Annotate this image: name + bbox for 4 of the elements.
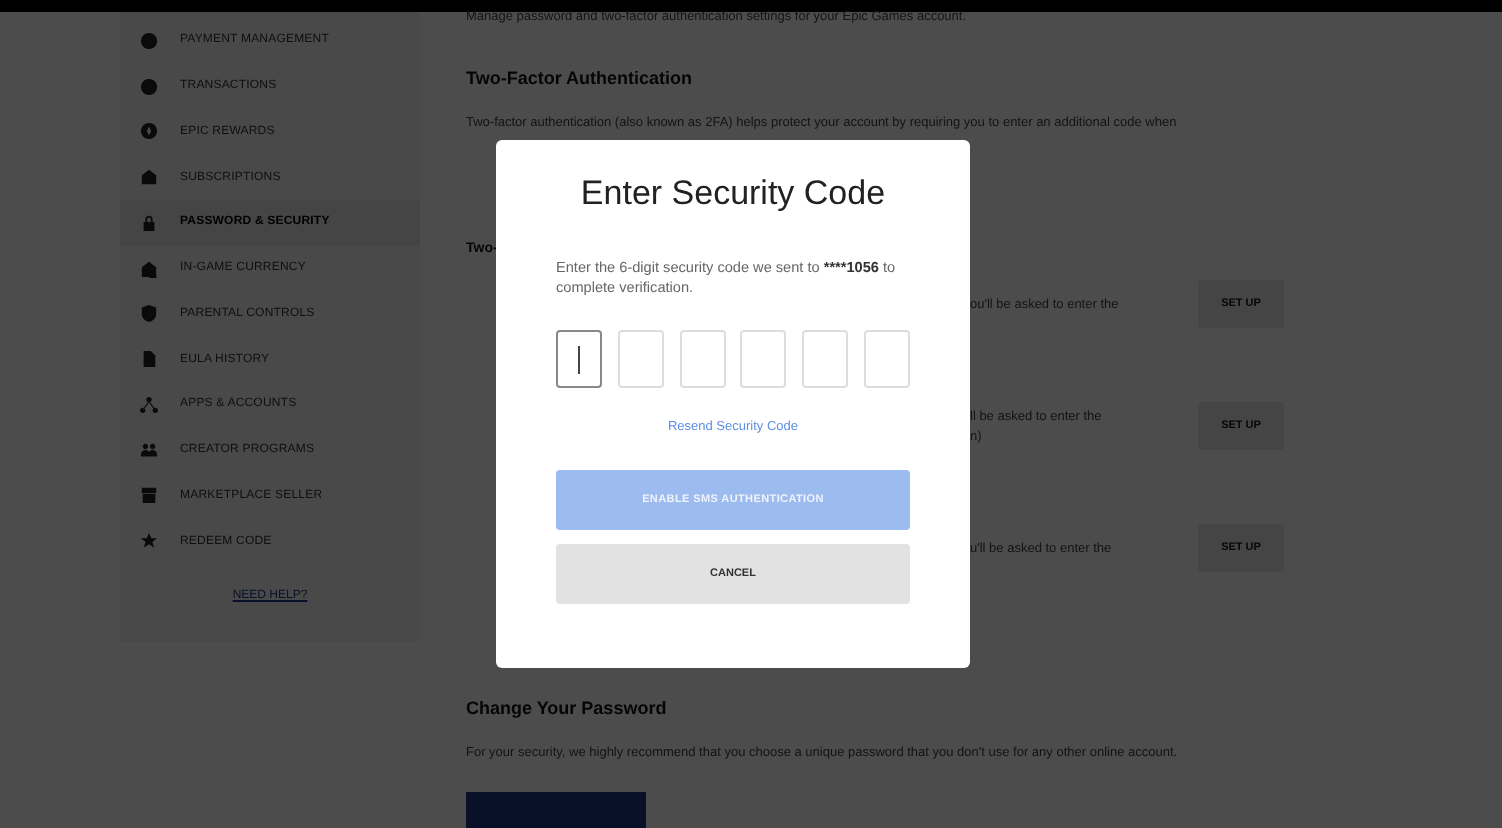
modal-title: Enter Security Code <box>578 174 888 214</box>
section-heading: Two-Factor Authentication <box>466 68 694 88</box>
code-input-field[interactable] <box>556 330 602 388</box>
section-heading: Change Your Password <box>466 698 669 718</box>
